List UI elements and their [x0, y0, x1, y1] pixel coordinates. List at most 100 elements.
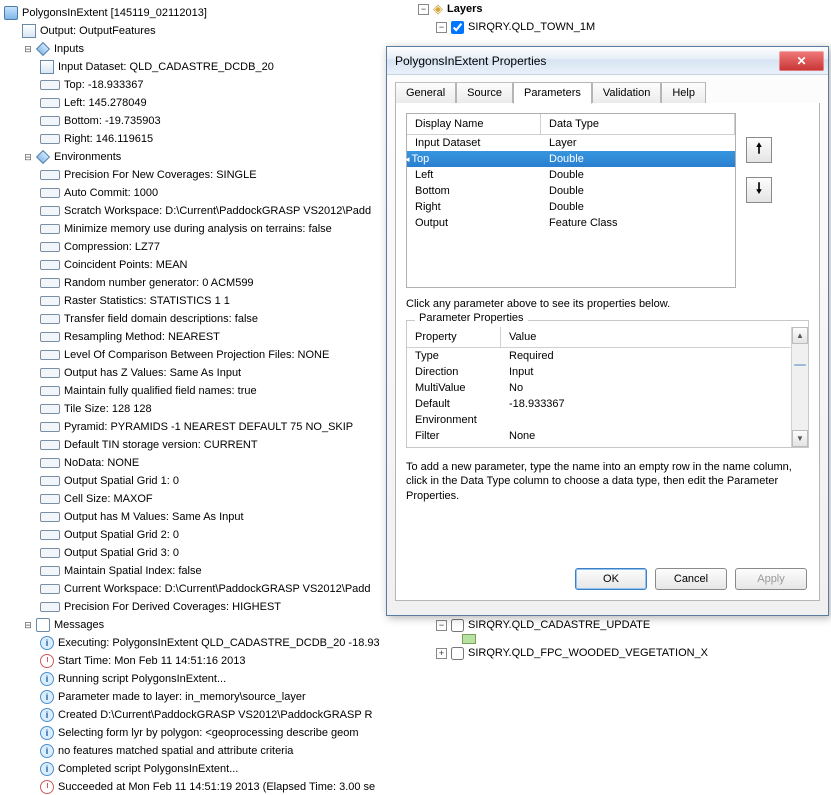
property-row[interactable]: Obtained from [407, 444, 808, 447]
tree-env-row[interactable]: Maintain fully qualified field names: tr… [4, 382, 410, 400]
tab-help[interactable]: Help [661, 82, 706, 104]
tree-env-row[interactable]: Default TIN storage version: CURRENT [4, 436, 410, 454]
tree-message-row[interactable]: ino features matched spatial and attribu… [4, 742, 410, 760]
scroll-down-icon[interactable]: ▼ [792, 430, 808, 447]
message-text: Succeeded at Mon Feb 11 14:51:19 2013 (E… [58, 781, 375, 793]
param-row[interactable]: TopDouble [407, 151, 735, 167]
param-row[interactable]: BottomDouble [407, 183, 735, 199]
tree-env-row[interactable]: Maintain Spatial Index: false [4, 562, 410, 580]
diamond-icon [36, 42, 50, 56]
tree-env-row[interactable]: Output has M Values: Same As Input [4, 508, 410, 526]
toc-layer2[interactable]: − SIRQRY.QLD_CADASTRE_UPDATE [410, 616, 831, 634]
tree-env-row[interactable]: Precision For Derived Coverages: HIGHEST [4, 598, 410, 616]
property-row[interactable]: Default-18.933367 [407, 396, 808, 412]
toc-layer1[interactable]: − SIRQRY.QLD_TOWN_1M [410, 18, 831, 36]
ok-button[interactable]: OK [575, 568, 647, 590]
tree-env-row[interactable]: Output Spatial Grid 2: 0 [4, 526, 410, 544]
toc-layer1-label: SIRQRY.QLD_TOWN_1M [468, 21, 595, 33]
tree-output[interactable]: Output: OutputFeatures [4, 22, 410, 40]
tree-env-row[interactable]: Level Of Comparison Between Projection F… [4, 346, 410, 364]
close-button[interactable]: ✕ [779, 51, 824, 71]
property-row[interactable]: TypeRequired [407, 348, 808, 364]
tree-env-row[interactable]: Auto Commit: 1000 [4, 184, 410, 202]
tree-env-row[interactable]: Output has Z Values: Same As Input [4, 364, 410, 382]
tree-message-row[interactable]: iCompleted script PolygonsInExtent... [4, 760, 410, 778]
scroll-thumb[interactable] [794, 364, 806, 366]
tree-input-row[interactable]: Right: 146.119615 [4, 130, 410, 148]
layer-visibility-checkbox[interactable] [451, 619, 464, 632]
tree-env-row[interactable]: Tile Size: 128 128 [4, 400, 410, 418]
cancel-button[interactable]: Cancel [655, 568, 727, 590]
tree-env-row[interactable]: Current Workspace: D:\Current\PaddockGRA… [4, 580, 410, 598]
apply-button[interactable]: Apply [735, 568, 807, 590]
prop-header-value: Value [501, 327, 808, 348]
parameters-table[interactable]: Display Name Data Type Input DatasetLaye… [406, 113, 736, 288]
property-key: MultiValue [407, 380, 501, 396]
tree-env-row[interactable]: NoData: NONE [4, 454, 410, 472]
plus-icon[interactable]: + [436, 648, 447, 659]
layer-visibility-checkbox[interactable] [451, 21, 464, 34]
tree-message-row[interactable]: Succeeded at Mon Feb 11 14:51:19 2013 (E… [4, 778, 410, 795]
tree-env-row[interactable]: Coincident Points: MEAN [4, 256, 410, 274]
move-down-button[interactable]: 🠗 [746, 177, 772, 203]
minus-icon[interactable]: − [436, 620, 447, 631]
property-row[interactable]: MultiValueNo [407, 380, 808, 396]
toc-layer3[interactable]: + SIRQRY.QLD_FPC_WOODED_VEGETATION_X [410, 644, 831, 662]
collapse-icon[interactable]: ⊟ [22, 151, 34, 163]
tree-output-label: Output: OutputFeatures [40, 25, 156, 37]
dialog-titlebar[interactable]: PolygonsInExtent Properties ✕ [387, 47, 828, 75]
env-value: Pyramid: PYRAMIDS -1 NEAREST DEFAULT 75 … [64, 421, 353, 433]
tree-message-row[interactable]: iCreated D:\Current\PaddockGRASP VS2012\… [4, 706, 410, 724]
scrollbar[interactable]: ▲ ▼ [791, 327, 808, 447]
tree-input-row[interactable]: Left: 145.278049 [4, 94, 410, 112]
toc-layers-label: Layers [447, 3, 482, 15]
scroll-up-icon[interactable]: ▲ [792, 327, 808, 344]
tree-env-row[interactable]: Minimize memory use during analysis on t… [4, 220, 410, 238]
tree-env-row[interactable]: Compression: LZ77 [4, 238, 410, 256]
value-icon [40, 242, 60, 252]
tree-input-row[interactable]: Input Dataset: QLD_CADASTRE_DCDB_20 [4, 58, 410, 76]
tab-general[interactable]: General [395, 82, 456, 104]
minus-icon[interactable]: − [418, 4, 429, 15]
move-up-button[interactable]: 🠕 [746, 137, 772, 163]
property-row[interactable]: Environment [407, 412, 808, 428]
tree-env-row[interactable]: Precision For New Coverages: SINGLE [4, 166, 410, 184]
param-row[interactable]: Input DatasetLayer [407, 135, 735, 151]
toc-layers-root[interactable]: − ◈ Layers [410, 0, 831, 18]
tree-input-row[interactable]: Bottom: -19.735903 [4, 112, 410, 130]
tree-input-row[interactable]: Top: -18.933367 [4, 76, 410, 94]
property-row[interactable]: DirectionInput [407, 364, 808, 380]
tree-env-row[interactable]: Output Spatial Grid 3: 0 [4, 544, 410, 562]
tree-inputs[interactable]: ⊟ Inputs [4, 40, 410, 58]
tree-message-row[interactable]: Start Time: Mon Feb 11 14:51:16 2013 [4, 652, 410, 670]
param-row[interactable]: OutputFeature Class [407, 215, 735, 231]
tree-environments[interactable]: ⊟ Environments [4, 148, 410, 166]
tree-message-row[interactable]: iRunning script PolygonsInExtent... [4, 670, 410, 688]
message-text: Running script PolygonsInExtent... [58, 673, 226, 685]
tree-message-row[interactable]: iExecuting: PolygonsInExtent QLD_CADASTR… [4, 634, 410, 652]
minus-icon[interactable]: − [436, 22, 447, 33]
tree-message-row[interactable]: iParameter made to layer: in_memory\sour… [4, 688, 410, 706]
tree-env-row[interactable]: Pyramid: PYRAMIDS -1 NEAREST DEFAULT 75 … [4, 418, 410, 436]
property-row[interactable]: FilterNone [407, 428, 808, 444]
param-row[interactable]: RightDouble [407, 199, 735, 215]
collapse-icon[interactable]: ⊟ [22, 43, 34, 55]
tree-env-row[interactable]: Cell Size: MAXOF [4, 490, 410, 508]
tree-message-row[interactable]: iSelecting form lyr by polygon: <geoproc… [4, 724, 410, 742]
tab-source[interactable]: Source [456, 82, 513, 104]
collapse-icon[interactable]: ⊟ [22, 619, 34, 631]
tree-env-row[interactable]: Scratch Workspace: D:\Current\PaddockGRA… [4, 202, 410, 220]
tab-validation[interactable]: Validation [592, 82, 662, 104]
diamond-icon [36, 150, 50, 164]
tree-env-row[interactable]: Resampling Method: NEAREST [4, 328, 410, 346]
param-name: Bottom [407, 183, 541, 199]
tree-messages[interactable]: ⊟ Messages [4, 616, 410, 634]
tree-env-row[interactable]: Output Spatial Grid 1: 0 [4, 472, 410, 490]
tab-parameters[interactable]: Parameters [513, 82, 592, 104]
tree-root[interactable]: PolygonsInExtent [145119_02112013] [4, 4, 410, 22]
param-row[interactable]: LeftDouble [407, 167, 735, 183]
tree-env-row[interactable]: Raster Statistics: STATISTICS 1 1 [4, 292, 410, 310]
tree-env-row[interactable]: Random number generator: 0 ACM599 [4, 274, 410, 292]
layer-visibility-checkbox[interactable] [451, 647, 464, 660]
tree-env-row[interactable]: Transfer field domain descriptions: fals… [4, 310, 410, 328]
